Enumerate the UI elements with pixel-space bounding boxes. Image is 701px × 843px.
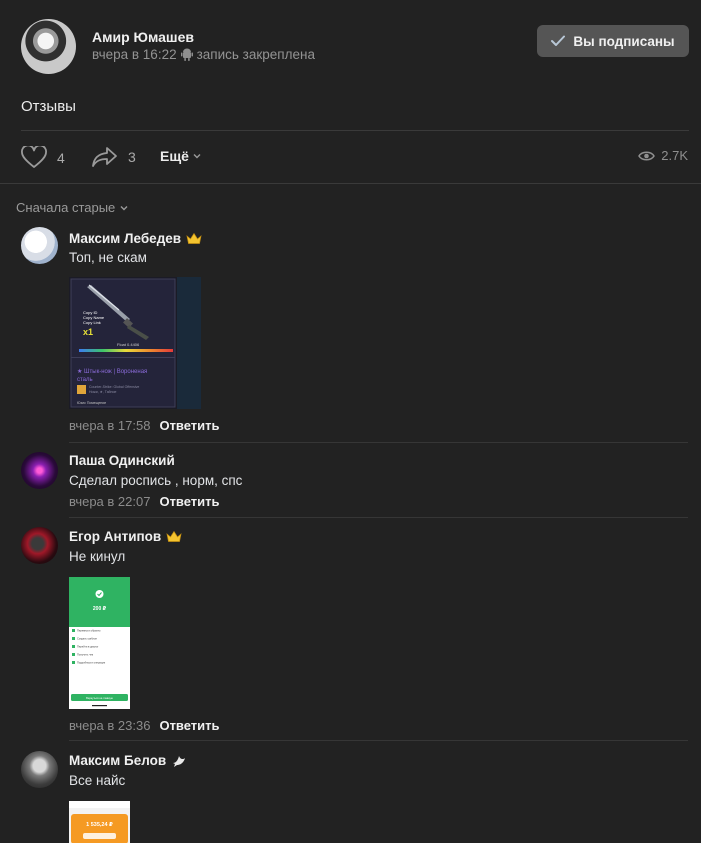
dove-icon	[173, 755, 186, 767]
comment-text: Топ, не скам	[69, 250, 147, 265]
comments-divider	[0, 183, 701, 184]
comment-text: Не кинул	[69, 549, 126, 564]
crown-icon	[166, 530, 182, 542]
share-icon	[92, 147, 117, 167]
post-title: Отзывы	[21, 98, 76, 115]
bank-image: 1 535,24 ₽	[69, 801, 130, 843]
reply-button[interactable]: Ответить	[159, 418, 219, 433]
chevron-down-icon	[120, 205, 128, 210]
pinned-label: запись закреплена	[196, 47, 315, 62]
post-header: Амир Юмашев вчера в 16:22 запись закрепл…	[0, 0, 701, 95]
crown-icon	[186, 232, 202, 244]
post-actions: 4 3 Ещё 2.7K	[0, 138, 701, 176]
share-count: 3	[128, 149, 136, 165]
comment-meta: вчера в 23:36 Ответить	[69, 718, 220, 733]
receipt-row: Подробности операции	[77, 661, 106, 665]
author-name[interactable]: Амир Юмашев	[92, 29, 194, 45]
footer-label: Юзис Помещение	[77, 401, 106, 405]
comment-time[interactable]: вчера в 17:58	[69, 418, 150, 433]
commenter-name[interactable]: Максим Лебедев	[69, 231, 181, 246]
comment-separator	[69, 442, 688, 443]
post-time[interactable]: вчера в 16:22	[92, 47, 177, 62]
android-icon	[180, 48, 193, 61]
receipt-button: Вернуться на главную	[86, 696, 113, 700]
item-count: x1	[83, 327, 93, 337]
commenter-name-row: Паша Одинский	[69, 453, 175, 468]
receipt-row: Создать шаблон	[77, 637, 97, 641]
commenter-name-row: Егор Антипов	[69, 529, 182, 544]
comment-meta: вчера в 17:58 Ответить	[69, 418, 220, 433]
menu-line: Copy Link	[83, 320, 101, 325]
views-counter: 2.7K	[638, 148, 688, 163]
comment-separator	[69, 517, 688, 518]
commenter-name[interactable]: Паша Одинский	[69, 453, 175, 468]
reply-button[interactable]: Ответить	[159, 718, 219, 733]
commenter-name-row: Максим Лебедев	[69, 231, 202, 246]
commenter-name-row: Максим Белов	[69, 753, 187, 768]
receipt-row: Перейти в диалог	[77, 645, 98, 649]
receipt-amount: 200 ₽	[93, 606, 107, 612]
comment-separator	[69, 740, 688, 741]
post-meta: вчера в 16:22 запись закреплена	[92, 47, 315, 62]
comment-meta: вчера в 22:07 Ответить	[69, 494, 220, 509]
like-button[interactable]: 4	[21, 146, 65, 169]
item-name: ★ Штык-нож | Вороненая	[77, 368, 147, 375]
knife-screenshot[interactable]: Copy ID Copy Name Copy Link x1 Float 0.4…	[69, 277, 201, 409]
receipt-row: Перевести обратно	[77, 629, 101, 633]
comment-text: Все найс	[69, 773, 126, 788]
market-tags: Ножи, ★, Тайное	[89, 390, 117, 394]
views-count: 2.7K	[661, 148, 688, 163]
share-button[interactable]: 3	[92, 146, 136, 168]
comment-time[interactable]: вчера в 22:07	[69, 494, 150, 509]
item-name-2: сталь	[77, 377, 93, 383]
eye-icon	[638, 151, 656, 160]
commenter-avatar[interactable]	[21, 452, 58, 489]
chevron-down-icon	[193, 154, 201, 159]
commenter-name[interactable]: Максим Белов	[69, 753, 166, 768]
author-avatar[interactable]	[21, 19, 76, 74]
bank-screenshot[interactable]: 1 535,24 ₽	[69, 801, 130, 843]
commenter-avatar[interactable]	[21, 527, 58, 564]
receipt-screenshot[interactable]: 200 ₽ Перевести обратно Создать шаблон П…	[69, 577, 130, 709]
sort-label: Сначала старые	[16, 200, 116, 215]
commenter-name[interactable]: Егор Антипов	[69, 529, 161, 544]
subscribed-button[interactable]: Вы подписаны	[537, 25, 689, 57]
reply-button[interactable]: Ответить	[159, 494, 219, 509]
heart-icon	[21, 146, 47, 168]
check-icon	[551, 35, 566, 46]
receipt-image: 200 ₽ Перевести обратно Создать шаблон П…	[69, 577, 130, 709]
like-count: 4	[57, 149, 65, 166]
float-label: Float 0.4406	[117, 342, 140, 347]
knife-image: Copy ID Copy Name Copy Link x1 Float 0.4…	[69, 277, 201, 409]
comment-time[interactable]: вчера в 23:36	[69, 718, 150, 733]
commenter-avatar[interactable]	[21, 227, 58, 264]
more-button[interactable]: Ещё	[160, 148, 202, 164]
bank-amount: 1 535,24 ₽	[86, 822, 113, 828]
subscribed-label: Вы подписаны	[573, 33, 675, 49]
comment-text: Сделал роспись , норм, спс	[69, 473, 243, 488]
game-name: Counter-Strike: Global Offensive	[89, 385, 139, 389]
more-label: Ещё	[160, 148, 189, 164]
sort-button[interactable]: Сначала старые	[16, 200, 129, 215]
commenter-avatar[interactable]	[21, 751, 58, 788]
receipt-row: Получить чек	[77, 653, 94, 657]
post-divider	[21, 130, 689, 131]
